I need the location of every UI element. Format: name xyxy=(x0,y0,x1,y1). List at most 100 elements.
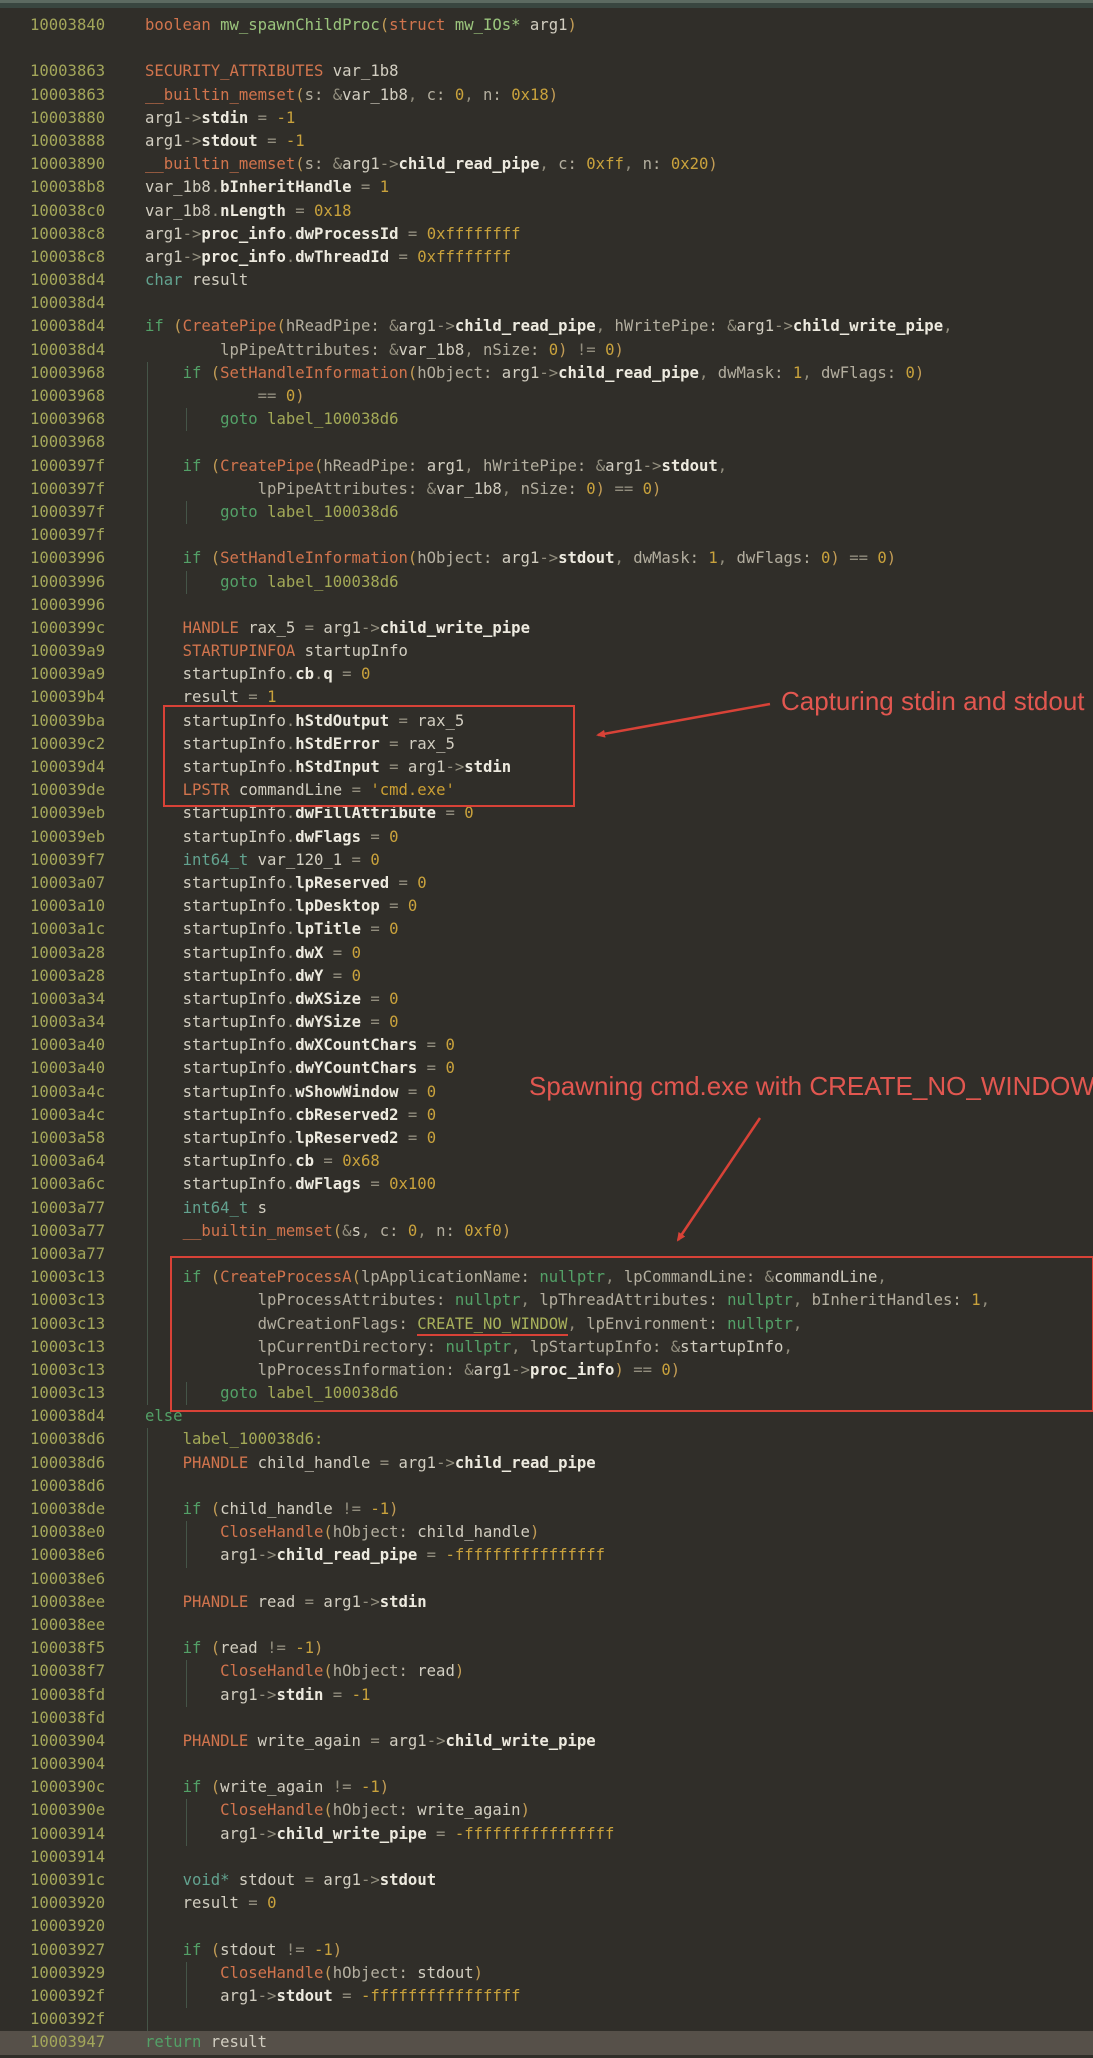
address-gutter-cell[interactable]: 100039b4 xyxy=(30,686,105,709)
code-line[interactable]: 10003a77 __builtin_memset(&s, c: 0, n: 0… xyxy=(0,1220,1093,1243)
code-line[interactable]: 100039f7 int64_t var_120_1 = 0 xyxy=(0,849,1093,872)
address-gutter-cell[interactable]: 10003a77 xyxy=(30,1197,105,1220)
address-gutter-cell[interactable]: 10003863 xyxy=(30,84,105,107)
address-gutter-cell[interactable]: 100038c8 xyxy=(30,223,105,246)
code-line[interactable]: 100038c0var_1b8.nLength = 0x18 xyxy=(0,200,1093,223)
code-line[interactable]: 10003927 if (stdout != -1) xyxy=(0,1939,1093,1962)
code-line[interactable]: 100038d4 lpPipeAttributes: &var_1b8, nSi… xyxy=(0,339,1093,362)
address-gutter-cell[interactable]: 100038f5 xyxy=(30,1637,105,1660)
code-line[interactable]: 100038d6 label_100038d6: xyxy=(0,1428,1093,1451)
address-gutter-cell[interactable]: 100038d4 xyxy=(30,339,105,362)
address-gutter-cell[interactable]: 10003914 xyxy=(30,1846,105,1869)
address-gutter-cell[interactable]: 10003927 xyxy=(30,1939,105,1962)
code-line[interactable]: 100038de if (child_handle != -1) xyxy=(0,1498,1093,1521)
address-gutter-cell[interactable]: 100038d4 xyxy=(30,1405,105,1428)
code-line[interactable]: 10003a4c startupInfo.cbReserved2 = 0 xyxy=(0,1104,1093,1127)
address-gutter-cell[interactable]: 1000397f xyxy=(30,524,105,547)
address-gutter-cell[interactable]: 100038e6 xyxy=(30,1544,105,1567)
code-line[interactable]: 10003c13 if (CreateProcessA(lpApplicatio… xyxy=(0,1266,1093,1289)
code-line[interactable]: 10003996 xyxy=(0,594,1093,617)
code-line[interactable]: 100038d4 xyxy=(0,292,1093,315)
address-gutter-cell[interactable]: 10003890 xyxy=(30,153,105,176)
code-line[interactable]: 100039a9 startupInfo.cb.q = 0 xyxy=(0,663,1093,686)
code-line[interactable]: 100038e6 xyxy=(0,1568,1093,1591)
code-line[interactable]: 100039de LPSTR commandLine = 'cmd.exe' xyxy=(0,779,1093,802)
code-line[interactable]: 10003a07 startupInfo.lpReserved = 0 xyxy=(0,872,1093,895)
address-gutter-cell[interactable]: 10003c13 xyxy=(30,1266,105,1289)
address-gutter-cell[interactable]: 100039d4 xyxy=(30,756,105,779)
address-gutter-cell[interactable]: 10003a28 xyxy=(30,965,105,988)
code-line[interactable]: 1000397f xyxy=(0,524,1093,547)
code-line[interactable]: 10003914 xyxy=(0,1846,1093,1869)
address-gutter-cell[interactable]: 10003904 xyxy=(30,1730,105,1753)
code-line[interactable]: 1000390e CloseHandle(hObject: write_agai… xyxy=(0,1799,1093,1822)
code-line[interactable]: 10003a77 xyxy=(0,1243,1093,1266)
code-line[interactable]: 1000392f xyxy=(0,2008,1093,2031)
address-gutter-cell[interactable]: 10003c13 xyxy=(30,1336,105,1359)
address-gutter-cell[interactable]: 10003a28 xyxy=(30,942,105,965)
address-gutter-cell[interactable]: 10003914 xyxy=(30,1823,105,1846)
code-line[interactable]: 10003a40 startupInfo.dwXCountChars = 0 xyxy=(0,1034,1093,1057)
code-line[interactable]: 10003904 PHANDLE write_again = arg1->chi… xyxy=(0,1730,1093,1753)
code-line[interactable]: 10003929 CloseHandle(hObject: stdout) xyxy=(0,1962,1093,1985)
code-line[interactable]: 10003a58 startupInfo.lpReserved2 = 0 xyxy=(0,1127,1093,1150)
code-line[interactable]: 100038e6 arg1->child_read_pipe = -ffffff… xyxy=(0,1544,1093,1567)
address-gutter-cell[interactable]: 10003a34 xyxy=(30,988,105,1011)
code-line[interactable]: 100039eb startupInfo.dwFillAttribute = 0 xyxy=(0,802,1093,825)
code-line[interactable]: 100038c8arg1->proc_info.dwThreadId = 0xf… xyxy=(0,246,1093,269)
address-gutter-cell[interactable]: 100038fd xyxy=(30,1707,105,1730)
address-gutter-cell[interactable]: 10003920 xyxy=(30,1915,105,1938)
address-gutter-cell[interactable]: 10003904 xyxy=(30,1753,105,1776)
address-gutter-cell[interactable]: 10003a40 xyxy=(30,1034,105,1057)
address-gutter-cell[interactable]: 10003968 xyxy=(30,362,105,385)
address-gutter-cell[interactable]: 10003968 xyxy=(30,408,105,431)
code-line[interactable]: 100039d4 startupInfo.hStdInput = arg1->s… xyxy=(0,756,1093,779)
address-gutter-cell[interactable]: 10003a40 xyxy=(30,1057,105,1080)
address-gutter-cell[interactable]: 100038d4 xyxy=(30,269,105,292)
code-line[interactable]: 100038ee PHANDLE read = arg1->stdin xyxy=(0,1591,1093,1614)
address-gutter-cell[interactable]: 10003968 xyxy=(30,385,105,408)
address-gutter-cell[interactable]: 100039ba xyxy=(30,710,105,733)
address-gutter-cell[interactable]: 10003c13 xyxy=(30,1382,105,1405)
code-line[interactable]: 100038d4else xyxy=(0,1405,1093,1428)
code-line[interactable]: 100038d4if (CreatePipe(hReadPipe: &arg1-… xyxy=(0,315,1093,338)
code-line[interactable]: 10003a4c startupInfo.wShowWindow = 0 xyxy=(0,1081,1093,1104)
address-gutter-cell[interactable]: 10003a6c xyxy=(30,1173,105,1196)
address-gutter-cell[interactable]: 10003a4c xyxy=(30,1081,105,1104)
code-line[interactable]: 100038b8var_1b8.bInheritHandle = 1 xyxy=(0,176,1093,199)
address-gutter-cell[interactable]: 1000392f xyxy=(30,2008,105,2031)
address-gutter-cell[interactable]: 1000390e xyxy=(30,1799,105,1822)
code-line[interactable]: 100038f7 CloseHandle(hObject: read) xyxy=(0,1660,1093,1683)
code-line[interactable]: 10003996 if (SetHandleInformation(hObjec… xyxy=(0,547,1093,570)
address-gutter-cell[interactable]: 100038d4 xyxy=(30,315,105,338)
code-line[interactable]: 10003a77 int64_t s xyxy=(0,1197,1093,1220)
address-gutter-cell[interactable]: 10003840 xyxy=(30,14,105,37)
address-gutter-cell[interactable]: 100038f7 xyxy=(30,1660,105,1683)
address-gutter-cell[interactable]: 10003a4c xyxy=(30,1104,105,1127)
code-line[interactable]: 10003c13 lpProcessAttributes: nullptr, l… xyxy=(0,1289,1093,1312)
code-line[interactable]: 10003840boolean mw_spawnChildProc(struct… xyxy=(0,14,1093,37)
address-gutter-cell[interactable]: 10003c13 xyxy=(30,1313,105,1336)
code-line[interactable]: 10003880arg1->stdin = -1 xyxy=(0,107,1093,130)
code-line[interactable]: 1000390c if (write_again != -1) xyxy=(0,1776,1093,1799)
address-gutter-cell[interactable]: 10003920 xyxy=(30,1892,105,1915)
code-line[interactable]: 10003a34 startupInfo.dwYSize = 0 xyxy=(0,1011,1093,1034)
address-gutter-cell[interactable]: 10003996 xyxy=(30,594,105,617)
address-gutter-cell[interactable]: 100039f7 xyxy=(30,849,105,872)
address-gutter-cell[interactable]: 1000399c xyxy=(30,617,105,640)
code-line[interactable]: 1000399c HANDLE rax_5 = arg1->child_writ… xyxy=(0,617,1093,640)
address-gutter-cell[interactable]: 100039a9 xyxy=(30,663,105,686)
address-gutter-cell[interactable]: 100038e0 xyxy=(30,1521,105,1544)
code-line[interactable]: 100039b4 result = 1 xyxy=(0,686,1093,709)
code-line[interactable]: 10003968 goto label_100038d6 xyxy=(0,408,1093,431)
code-line[interactable]: 100038fd xyxy=(0,1707,1093,1730)
code-line[interactable]: 10003a34 startupInfo.dwXSize = 0 xyxy=(0,988,1093,1011)
code-line[interactable]: 1000397f lpPipeAttributes: &var_1b8, nSi… xyxy=(0,478,1093,501)
address-gutter-cell[interactable]: 10003929 xyxy=(30,1962,105,1985)
address-gutter-cell[interactable]: 1000397f xyxy=(30,478,105,501)
address-gutter-cell[interactable]: 1000397f xyxy=(30,455,105,478)
address-gutter-cell[interactable]: 1000392f xyxy=(30,1985,105,2008)
address-gutter-cell[interactable]: 100039a9 xyxy=(30,640,105,663)
address-gutter-cell[interactable]: 10003a1c xyxy=(30,918,105,941)
address-gutter-cell[interactable]: 100038b8 xyxy=(30,176,105,199)
